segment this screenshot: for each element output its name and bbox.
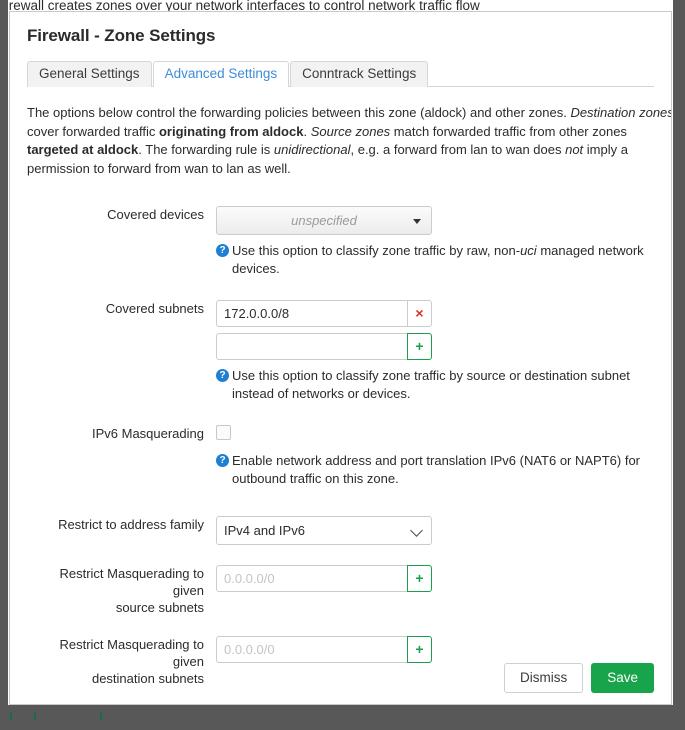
label-line-1: Restrict Masquerading to given [59,566,204,598]
help-covered-subnets: ? Use this option to classify zone traff… [216,367,653,403]
desc-part: The options below control the forwarding… [27,105,571,120]
desc-em-destination-zones: Destination zones [570,105,672,120]
covered-subnet-input[interactable] [216,300,407,327]
desc-strong-originating: originating from aldock [158,123,304,139]
tab-bar: General Settings Advanced Settings Connt… [27,60,654,87]
address-family-select-wrap: IPv4 and IPv6 [216,516,432,545]
desc-em-unidirectional: unidirectional [273,142,351,157]
page-title: Firewall - Zone Settings [27,26,216,45]
help-circle-icon: ? [216,454,229,467]
save-button[interactable]: Save [591,663,654,693]
covered-devices-dropdown[interactable]: unspecified [216,206,432,235]
label-masq-source-subnets: Restrict Masquerading to given source su… [27,565,216,616]
desc-strong-targeted: targeted at aldock [27,142,139,157]
overlay-tick [10,712,12,720]
desc-part: . [303,123,311,139]
desc-em-source-zones: Source zones [310,123,391,139]
address-family-select[interactable]: IPv4 and IPv6 [216,516,432,545]
covered-devices-value: unspecified [291,213,357,228]
add-entry-icon[interactable]: + [407,565,432,592]
help-text: Enable network address and port translat… [232,453,641,486]
modal-overlay-right [673,0,685,730]
field-ipv6-masquerading: IPv6 Masquerading ? Enable network addre… [27,425,654,488]
field-masq-source-subnets: Restrict Masquerading to given source su… [27,565,654,616]
label-line-1: Restrict Masquerading to given [59,637,204,669]
overlay-tick [100,712,102,720]
help-circle-icon: ? [216,244,229,257]
label-covered-subnets: Covered subnets [105,301,204,316]
modal-overlay-bottom [0,705,685,730]
label-address-family: Restrict to address family [58,517,204,532]
help-text: Use this option to classify zone traffic… [232,242,653,278]
dismiss-button[interactable]: Dismiss [503,663,584,693]
label-line-2: destination subnets [91,671,204,686]
help-em-uci: uci [520,243,537,258]
desc-em-not: not [565,142,584,157]
label-ipv6-masquerading: IPv6 Masquerading [91,426,204,441]
add-entry-icon[interactable]: + [407,333,432,360]
help-part: Use this option to classify zone traffic… [232,243,521,258]
masq-destination-row: + [216,636,432,663]
tab-general-settings[interactable]: General Settings [27,61,152,87]
desc-part: cover forwarded traffic [27,123,159,139]
masq-source-row: + [216,565,432,592]
overlay-tick [34,712,36,720]
help-circle-icon: ? [216,369,229,382]
modal-overlay-left [0,0,8,730]
label-line-2: source subnets [115,600,204,615]
desc-part: match forwarded traffic from other zones [390,123,627,139]
desc-part: . The forwarding rule is [138,142,274,157]
field-covered-subnets: Covered subnets × + ? Use this option to… [27,300,654,403]
remove-entry-icon[interactable]: × [407,300,432,327]
covered-subnet-new-row: + [216,333,432,360]
field-covered-devices: Covered devices unspecified ? Use this o… [27,206,654,278]
field-address-family: Restrict to address family IPv4 and IPv6 [27,516,654,545]
covered-subnet-entry-row: × [216,300,432,327]
desc-part: , e.g. a forward from lan to wan does [350,142,566,157]
masq-source-input[interactable] [216,565,407,592]
covered-subnet-new-input[interactable] [216,333,407,360]
tab-conntrack-settings[interactable]: Conntrack Settings [290,61,429,87]
add-entry-icon[interactable]: + [407,636,432,663]
zone-settings-modal: Firewall - Zone Settings General Setting… [9,11,672,705]
help-text: Use this option to classify zone traffic… [232,368,630,401]
modal-footer: Dismiss Save [503,663,654,693]
caret-down-icon [413,218,421,224]
help-ipv6-masquerading: ? Enable network address and port transl… [216,452,653,488]
label-covered-devices: Covered devices [107,207,204,222]
tab-advanced-settings[interactable]: Advanced Settings [152,61,290,87]
masq-destination-input[interactable] [216,636,407,663]
tab-description: The options below control the forwarding… [27,104,672,178]
ipv6-masquerading-checkbox[interactable] [216,425,231,440]
label-masq-destination-subnets: Restrict Masquerading to given destinati… [27,636,216,687]
help-covered-devices: ? Use this option to classify zone traff… [216,242,653,278]
